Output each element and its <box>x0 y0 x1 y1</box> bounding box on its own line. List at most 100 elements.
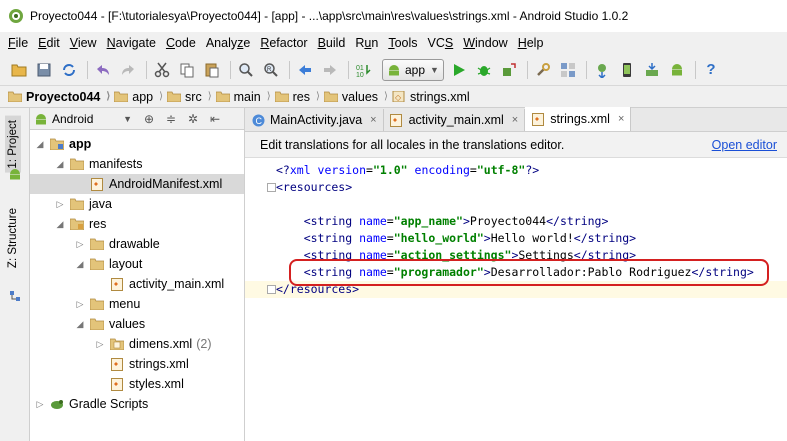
breadcrumb-item[interactable]: values ⟩ <box>323 90 388 104</box>
tree-item[interactable]: activity_main.xml <box>30 274 244 294</box>
paste-icon[interactable] <box>201 59 223 81</box>
tree-item[interactable]: ◢ layout <box>30 254 244 274</box>
menu-item[interactable]: Edit <box>38 36 60 50</box>
forward-icon[interactable] <box>319 59 341 81</box>
expanded-arrow-icon[interactable]: ◢ <box>74 319 86 330</box>
sync-icon[interactable] <box>58 59 80 81</box>
breadcrumb-item[interactable]: src ⟩ <box>167 90 212 104</box>
expanded-arrow-icon[interactable]: ◢ <box>74 259 86 270</box>
code-token: "hello_world" <box>393 231 484 245</box>
xml-file-icon <box>89 177 105 191</box>
collapse-all-icon[interactable]: ≑ <box>162 110 180 128</box>
breadcrumb: Proyecto044 ⟩ app ⟩ src ⟩ main ⟩ res ⟩ values ⟩ ◇ str… <box>0 86 787 108</box>
cut-icon[interactable] <box>151 59 173 81</box>
menu-item[interactable]: Refactor <box>260 36 307 50</box>
breadcrumb-item[interactable]: main ⟩ <box>215 89 271 104</box>
avd-manager-icon[interactable] <box>616 59 638 81</box>
breadcrumb-label: main <box>233 89 261 104</box>
expanded-arrow-icon[interactable]: ◢ <box>54 159 66 170</box>
project-structure-icon[interactable] <box>557 59 579 81</box>
menu-item[interactable]: Window <box>463 36 507 50</box>
editor-tab[interactable]: strings.xml × <box>525 107 632 131</box>
menu-item[interactable]: Analyze <box>206 36 250 50</box>
help-icon[interactable]: ? <box>700 59 722 81</box>
expanded-arrow-icon[interactable]: ◢ <box>34 139 46 150</box>
editor-tab[interactable]: C MainActivity.java × <box>245 109 384 131</box>
menu-item[interactable]: Run <box>355 36 378 50</box>
breadcrumb-item[interactable]: res ⟩ <box>274 89 320 104</box>
menu-item[interactable]: Navigate <box>107 36 156 50</box>
menu-item[interactable]: VCS <box>428 36 454 50</box>
toolbar-separator <box>694 60 696 79</box>
run-configuration-select[interactable]: app ▼ <box>382 58 444 81</box>
tree-item[interactable]: strings.xml <box>30 354 244 374</box>
find-icon[interactable] <box>235 59 257 81</box>
hide-panel-icon[interactable]: ⇤ <box>206 110 224 128</box>
tree-item[interactable]: ◢ res <box>30 214 244 234</box>
close-icon[interactable]: × <box>370 114 376 126</box>
tree-item[interactable]: ▷ Gradle Scripts <box>30 394 244 414</box>
collapsed-arrow-icon[interactable]: ▷ <box>54 199 66 210</box>
structure-tool-tab[interactable]: Z: Structure <box>5 204 21 272</box>
chevron-down-icon: ▼ <box>430 64 439 75</box>
tree-item[interactable]: styles.xml <box>30 374 244 394</box>
code-token: name <box>359 231 387 245</box>
tree-item[interactable]: AndroidManifest.xml <box>30 174 244 194</box>
android-device-monitor-icon[interactable] <box>666 59 688 81</box>
gear-icon[interactable]: ✲ <box>184 110 202 128</box>
editor-tabs: C MainActivity.java × activity_main.xml × str… <box>245 107 787 132</box>
collapsed-arrow-icon[interactable]: ▷ <box>34 399 46 410</box>
undo-icon[interactable] <box>92 59 114 81</box>
project-view-select[interactable]: Android ▼ <box>34 112 140 126</box>
tree-item[interactable]: ◢ values <box>30 314 244 334</box>
tree-item[interactable]: ▷ java <box>30 194 244 214</box>
copy-icon[interactable] <box>176 59 198 81</box>
project-tool-tab[interactable]: 1: Project <box>5 116 21 173</box>
save-icon[interactable] <box>33 59 55 81</box>
code-editor[interactable]: <?xml version="1.0" encoding="utf-8"?> <r… <box>245 158 787 441</box>
open-editor-link[interactable]: Open editor <box>712 138 777 152</box>
code-token: > <box>462 214 470 228</box>
editor-tab[interactable]: activity_main.xml × <box>383 109 526 131</box>
fold-marker-icon[interactable] <box>267 285 276 294</box>
menu-item[interactable]: File <box>8 36 28 50</box>
breadcrumb-item[interactable]: app ⟩ <box>114 90 163 104</box>
open-folder-icon[interactable] <box>8 59 30 81</box>
menu-item[interactable]: Code <box>166 36 196 50</box>
debug-icon[interactable] <box>473 59 495 81</box>
gradle-sync-icon[interactable] <box>591 59 613 81</box>
toolbar-separator <box>87 60 88 79</box>
tree-item[interactable]: ▷ menu <box>30 294 244 314</box>
tree-item[interactable]: ▷ drawable <box>30 234 244 254</box>
redo-icon[interactable] <box>117 59 139 81</box>
breadcrumb-item[interactable]: Proyecto044 ⟩ <box>8 90 110 104</box>
editor-tab-label: strings.xml <box>550 112 610 126</box>
attach-debugger-icon[interactable] <box>498 59 520 81</box>
collapsed-arrow-icon[interactable]: ▷ <box>74 299 86 310</box>
toolbar-separator <box>146 60 147 79</box>
collapsed-arrow-icon[interactable]: ▷ <box>94 339 106 350</box>
breadcrumb-item[interactable]: ◇ strings.xml <box>392 90 470 104</box>
close-icon[interactable]: × <box>618 113 624 125</box>
menu-item[interactable]: View <box>70 36 97 50</box>
tree-item[interactable]: ▷ dimens.xml (2) <box>30 334 244 354</box>
scroll-from-source-icon[interactable]: ⊕ <box>140 110 158 128</box>
run-icon[interactable] <box>448 59 470 81</box>
sdk-manager-icon[interactable] <box>641 59 663 81</box>
make-project-icon[interactable]: 01 10 <box>353 59 375 81</box>
collapsed-arrow-icon[interactable]: ▷ <box>74 239 86 250</box>
tree-item[interactable]: ◢ manifests <box>30 154 244 174</box>
fold-marker-icon[interactable] <box>267 183 276 192</box>
close-icon[interactable]: × <box>512 114 518 126</box>
back-icon[interactable] <box>294 59 316 81</box>
tree-item[interactable]: ◢ app <box>30 134 244 154</box>
settings-icon[interactable] <box>532 59 554 81</box>
replace-icon[interactable]: R <box>260 59 282 81</box>
tree-item-label: values <box>109 317 146 331</box>
breadcrumb-label: res <box>292 89 310 104</box>
menu-item[interactable]: Build <box>318 36 346 50</box>
menu-item[interactable]: Tools <box>388 36 417 50</box>
menu-item[interactable]: Help <box>518 36 544 50</box>
expanded-arrow-icon[interactable]: ◢ <box>54 219 66 230</box>
tree-item-label: app <box>69 137 92 151</box>
